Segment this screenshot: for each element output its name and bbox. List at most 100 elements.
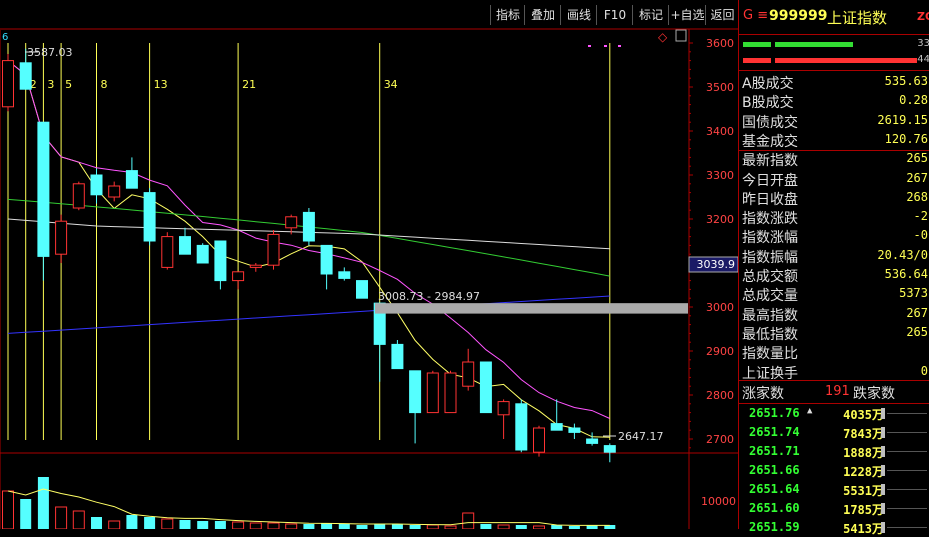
moving-average-lines (7, 60, 611, 438)
current-price-label: 3039.9 (697, 258, 736, 271)
stat-row: B股成交 0.28 (739, 92, 929, 111)
toolbar-button-3[interactable]: F10 (596, 5, 633, 25)
stat-label: 总成交量 (742, 288, 798, 305)
volume-bar (338, 524, 350, 529)
candle[interactable] (232, 271, 245, 290)
candle[interactable] (108, 181, 121, 202)
candle[interactable] (196, 243, 209, 264)
tick-row[interactable]: 2651.60 1785万 (739, 499, 929, 518)
stat-label: 昨日收盘 (742, 191, 798, 208)
fib-label: 8 (101, 78, 108, 91)
candle[interactable] (462, 348, 475, 391)
toolbar-button-5[interactable]: +自选 (668, 5, 706, 25)
tick-volume: 4035万 (843, 408, 884, 422)
stat-label: A股成交 (742, 76, 794, 92)
stat-value: 265 (906, 151, 928, 166)
candle[interactable] (37, 121, 50, 281)
tick-price: 2651.71 (749, 444, 800, 458)
tick-volume: 7843万 (843, 427, 884, 441)
stat-row: 昨日收盘 268 (739, 189, 929, 208)
stat-value: 267 (906, 170, 928, 185)
candle[interactable] (125, 157, 138, 189)
stat-row: A股成交 535.63 (739, 73, 929, 92)
tick-price: 2651.66 (749, 463, 800, 477)
candle[interactable] (586, 432, 599, 446)
price-tick-label: 3500 (706, 81, 734, 94)
price-tick-label: 3600 (706, 37, 734, 50)
candle[interactable] (320, 244, 333, 290)
price-range-band (375, 303, 688, 314)
stat-label: 最新指数 (742, 153, 798, 170)
candle[interactable] (72, 181, 85, 211)
decline-count: 44 (917, 54, 929, 65)
tick-row[interactable]: 2651.74 7843万 (739, 423, 929, 442)
price-tick-label: 2700 (706, 433, 734, 446)
tick-row[interactable]: 2651.59 5413万 (739, 518, 929, 537)
candle[interactable] (267, 230, 280, 270)
candle[interactable] (214, 240, 227, 290)
candle[interactable] (426, 370, 439, 414)
toolbar-button-6[interactable]: 返回 (705, 5, 739, 25)
tick-volume: 1228万 (843, 465, 884, 479)
toolbar-button-1[interactable]: 叠加 (524, 5, 561, 25)
candle[interactable] (302, 208, 315, 246)
stat-value: 0 (920, 363, 928, 378)
candle[interactable] (2, 54, 14, 112)
diamond-icon[interactable]: ◇ (658, 30, 668, 44)
stat-value: 265 (906, 324, 928, 339)
volume-bar (232, 521, 245, 529)
candle[interactable] (179, 227, 191, 255)
toolbar-button-4[interactable]: 标记 (632, 5, 669, 25)
candle[interactable] (373, 302, 386, 382)
stat-row: 最高指数 267 (739, 305, 929, 324)
panel-toggle-icon[interactable] (675, 29, 687, 42)
stat-row: 指数涨幅 -0 (739, 227, 929, 246)
candle[interactable] (409, 370, 422, 444)
tick-row[interactable]: 2651.64 5531万 (739, 480, 929, 499)
candle[interactable] (90, 168, 103, 204)
chart-toolbar: 指标 叠加 画线 F10 标记 +自选 返回 (0, 0, 738, 28)
candle[interactable] (249, 263, 262, 272)
chart-grid (0, 28, 738, 529)
stat-label: 指数涨跌 (742, 211, 798, 228)
toolbar-button-2[interactable]: 画线 (560, 5, 597, 25)
price-tick-label: 3300 (706, 169, 734, 182)
candle[interactable] (515, 399, 528, 453)
price-tick-label: 2800 (706, 389, 734, 402)
candle[interactable] (497, 399, 510, 439)
tick-row[interactable]: 2651.71 1888万 (739, 442, 929, 461)
candle[interactable] (161, 232, 174, 270)
ma120-line (7, 295, 610, 334)
stat-label: 国债成交 (742, 114, 798, 131)
tick-row[interactable]: 2651.76 ▲ 4035万 (739, 404, 929, 423)
tick-volume-bar (881, 446, 885, 457)
candle[interactable] (338, 267, 351, 281)
volume-bar (462, 512, 475, 529)
candlesticks[interactable] (2, 48, 616, 463)
low-label: 2647.17 (618, 430, 664, 443)
candle[interactable] (444, 370, 457, 414)
index-quote-panel: G ≡ 999999 上证指数 ZQ 33 44 A股成交 535.63 B股成交 0… (738, 0, 929, 536)
price-axis: 3600350034003300320031003000290028002700… (688, 37, 738, 508)
candle[interactable] (55, 214, 68, 263)
candle[interactable] (479, 361, 492, 414)
index-name: 上证指数 (827, 9, 888, 27)
tick-row[interactable]: 2651.66 1228万 (739, 461, 929, 480)
stat-label: 指数振幅 (742, 249, 798, 266)
toolbar-button-0[interactable]: 指标 (490, 5, 525, 25)
volume-bar (144, 517, 156, 529)
volume-bar (20, 499, 32, 529)
candle[interactable] (391, 340, 404, 370)
candle[interactable] (356, 280, 368, 299)
tick-volume-bar (881, 484, 885, 495)
candle[interactable] (550, 399, 563, 431)
tick-volume-bar (881, 465, 885, 476)
kline-chart[interactable]: 2358132134 36003500340033003200310030002… (0, 0, 738, 529)
volume-bar (72, 510, 85, 529)
candle[interactable] (143, 188, 156, 246)
candle[interactable] (568, 423, 581, 439)
candle[interactable] (533, 425, 545, 457)
price-tick-label: 3400 (706, 125, 734, 138)
group-icon[interactable]: G ≡ (743, 8, 768, 23)
zq-badge[interactable]: ZQ (917, 10, 929, 23)
